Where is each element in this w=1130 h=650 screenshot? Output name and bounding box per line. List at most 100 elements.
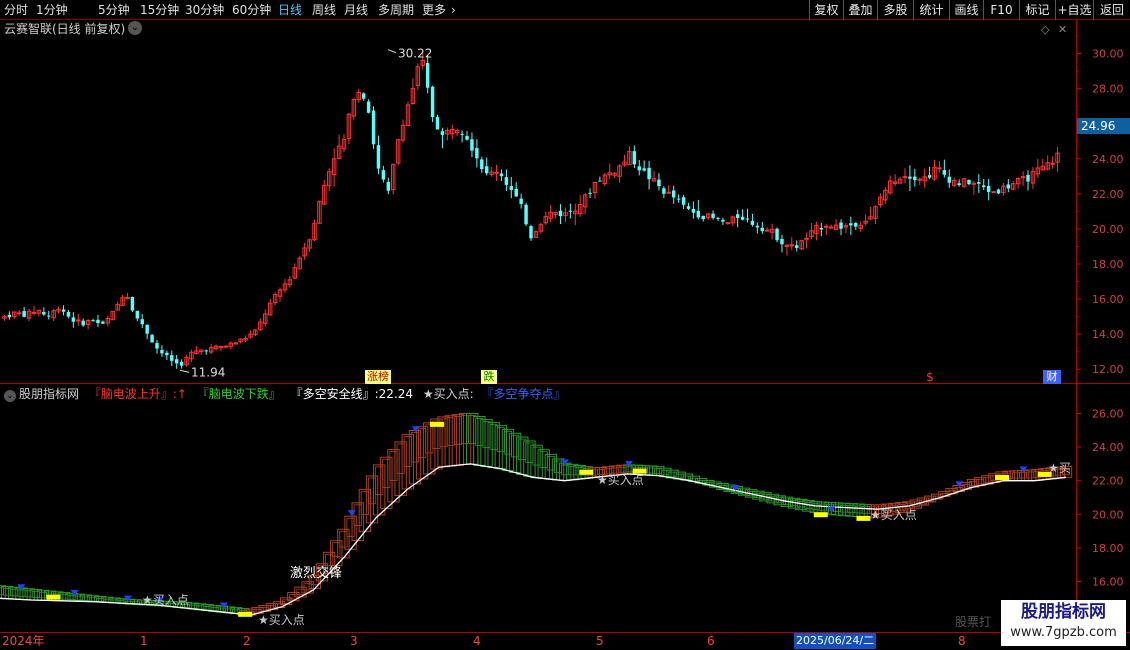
contest-point-bar	[579, 469, 594, 475]
candle-body-down	[558, 210, 563, 217]
candle-body-down	[504, 177, 509, 185]
price-tick-label: 28.00	[1092, 83, 1124, 96]
candle-body-down	[179, 361, 184, 366]
candle-body-up	[804, 237, 809, 240]
candle-body-down	[775, 228, 779, 241]
price-tick-label: 16.00	[1092, 293, 1124, 306]
buy-point-triangle	[624, 461, 633, 468]
ladder-inner-block	[38, 591, 48, 599]
candle-body-down	[91, 320, 95, 322]
candle-body-down	[140, 319, 144, 325]
candle-body-down	[947, 176, 952, 183]
candle-body-down	[174, 359, 179, 364]
contest-point-bar	[430, 421, 445, 427]
candle-body-down	[145, 324, 149, 334]
ladder-inner-block	[840, 504, 849, 513]
candle-body-down	[760, 227, 765, 232]
ladder-inner-block	[646, 467, 656, 474]
candle-body-down	[165, 352, 169, 356]
candle-body-down	[470, 139, 474, 151]
indicator-tick-label: 24.00	[1092, 441, 1124, 454]
price-tick-label: 12.00	[1092, 363, 1124, 376]
buy-point-label: ★买入点	[870, 508, 917, 522]
candle-body-down	[957, 183, 961, 186]
contest-point-bar	[813, 512, 828, 518]
watermark-title: 股朋指标网	[1021, 602, 1106, 622]
event-marker-limit-up[interactable]: 涨榜	[365, 370, 391, 384]
time-label-month: 4	[473, 634, 481, 648]
price-tick-label: 24.00	[1092, 153, 1124, 166]
candle-body-up	[17, 312, 22, 315]
ladder-inner-block	[81, 596, 90, 601]
ladder-inner-block	[446, 417, 455, 446]
ladder-inner-block	[503, 431, 513, 455]
candle-body-down	[96, 319, 100, 324]
buy-point-triangle	[347, 510, 356, 517]
ladder-inner-block	[332, 542, 341, 557]
ladder-inner-block	[67, 594, 76, 601]
candle-body-down	[657, 179, 661, 187]
candle-body-down	[475, 148, 479, 159]
ladder-inner-block	[561, 464, 570, 476]
price-tick-label: 14.00	[1092, 328, 1124, 341]
ladder-inner-block	[410, 432, 420, 463]
candle-body-down	[745, 218, 750, 220]
event-marker-drop[interactable]: 跌	[481, 370, 497, 384]
low-label: 11.94	[191, 365, 225, 379]
candle-body-down	[460, 133, 464, 135]
candle-body-down	[499, 173, 504, 177]
ladder-inner-block	[367, 477, 377, 505]
candle-body-down	[71, 317, 76, 322]
annotation-fierce-battle: 激烈交锋	[290, 566, 343, 581]
time-label-month: 2	[243, 634, 251, 648]
ladder-inner-block	[546, 455, 555, 471]
candle-body-down	[839, 222, 843, 229]
event-marker-dollar[interactable]: $	[924, 370, 936, 384]
selected-date-badge: 2025/06/24/二	[794, 633, 877, 649]
indicator-tick-label: 26.00	[1092, 407, 1124, 420]
ladder-inner-block	[976, 479, 985, 485]
candle-body-down	[66, 311, 71, 317]
candle-body-down	[642, 168, 646, 171]
candle-body-down	[386, 181, 391, 191]
event-marker-finance[interactable]: 财	[1043, 370, 1061, 384]
candle-body-down	[371, 110, 376, 145]
ladder-inner-block	[811, 503, 820, 511]
contest-point-bar	[856, 515, 871, 521]
ladder-inner-block	[296, 588, 305, 595]
candle-body-down	[480, 159, 484, 170]
ladder-inner-block	[339, 530, 348, 548]
candle-body-down	[967, 179, 971, 185]
candle-body-down	[155, 342, 159, 349]
ladder-inner-block	[482, 421, 491, 448]
candle-body-down	[376, 145, 381, 169]
candle-body-down	[47, 315, 51, 317]
ladder-inner-block	[425, 424, 434, 454]
time-label-month: 1	[140, 634, 148, 648]
candle-body-down	[160, 349, 164, 354]
candle-body-down	[735, 214, 740, 218]
ladder-inner-block	[3, 588, 12, 596]
chart-frame	[0, 20, 1130, 633]
candle-body-down	[681, 197, 686, 205]
candle-body-down	[755, 225, 760, 228]
ladder-inner-block	[654, 467, 663, 474]
candle-body-down	[440, 131, 445, 135]
candle-body-down	[662, 188, 666, 194]
candle-body-down	[1026, 174, 1030, 182]
candle-body-up	[76, 319, 81, 322]
candle-body-down	[750, 220, 755, 225]
candle-body-up	[666, 191, 672, 194]
time-label-month: 5	[596, 634, 604, 648]
time-label-2024: 2024年	[2, 634, 45, 648]
ladder-inner-block	[468, 415, 477, 444]
candle-body-down	[81, 320, 85, 326]
candle-body-up	[917, 178, 922, 181]
candle-body-down	[740, 216, 745, 220]
candle-body-down	[598, 180, 602, 182]
candle-body-down	[465, 136, 469, 140]
candle-body-down	[676, 198, 681, 200]
ladder-inner-block	[88, 597, 98, 602]
time-label-month: 6	[707, 634, 715, 648]
candle-body-down	[977, 182, 981, 184]
